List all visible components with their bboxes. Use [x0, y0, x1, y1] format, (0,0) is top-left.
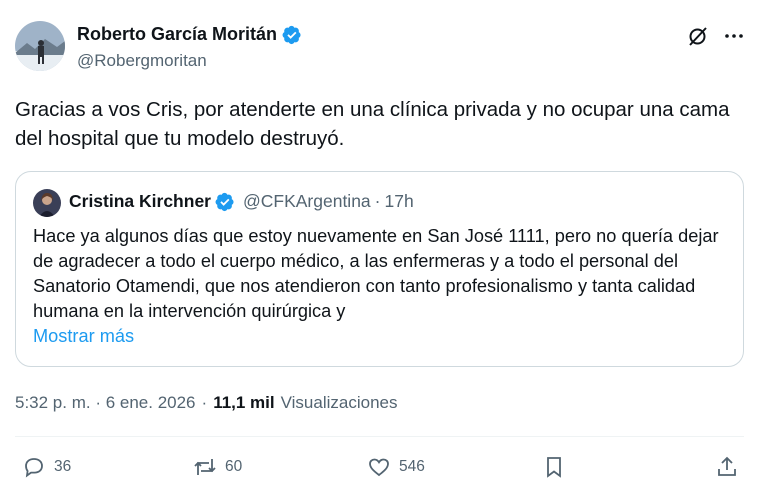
- repost-count: 60: [225, 458, 243, 475]
- like-icon: [369, 458, 389, 477]
- meta-separator: ·: [201, 393, 208, 412]
- views-label: Visualizaciones: [280, 393, 398, 412]
- verified-badge-icon: [215, 192, 235, 212]
- show-more-link[interactable]: Mostrar más: [33, 326, 134, 347]
- more-icon[interactable]: [722, 24, 746, 48]
- action-bar: 36 60 546: [0, 455, 760, 485]
- like-count: 546: [399, 458, 425, 475]
- quote-time[interactable]: 17h: [385, 191, 414, 212]
- like-button[interactable]: 546: [367, 455, 425, 479]
- bookmark-button[interactable]: [542, 455, 566, 479]
- verified-badge-icon: [282, 25, 302, 45]
- tweet-text: Gracias a vos Cris, por atenderte en una…: [15, 98, 730, 150]
- quote-avatar[interactable]: [33, 189, 61, 217]
- share-icon: [718, 456, 736, 476]
- grok-icon[interactable]: [686, 24, 710, 48]
- quote-separator: ·: [374, 191, 381, 211]
- bookmark-icon: [547, 457, 561, 478]
- quote-author-handle[interactable]: @CFKArgentina: [243, 191, 371, 212]
- views-count: 11,1 mil: [213, 393, 275, 412]
- quote-text: Hace ya algunos días que estoy nuevament…: [33, 226, 719, 321]
- reply-icon: [25, 458, 43, 478]
- share-button[interactable]: [715, 455, 739, 479]
- author-avatar[interactable]: [15, 21, 65, 71]
- timestamp[interactable]: 5:32 p. m. · 6 ene. 2026: [15, 393, 196, 413]
- tweet-meta: 5:32 p. m. · 6 ene. 2026 · 11,1 mil Visu…: [15, 393, 398, 413]
- quoted-tweet[interactable]: Cristina Kirchner @CFKArgentina · 17h Ha…: [15, 171, 744, 367]
- repost-icon: [194, 459, 216, 475]
- quote-author-name[interactable]: Cristina Kirchner: [69, 191, 211, 212]
- reply-button[interactable]: 36: [22, 455, 71, 479]
- reply-count: 36: [54, 458, 72, 475]
- divider: [15, 436, 744, 437]
- author-handle[interactable]: @Robergmoritan: [77, 51, 207, 71]
- author-name[interactable]: Roberto García Moritán: [77, 24, 277, 45]
- repost-button[interactable]: 60: [193, 455, 242, 479]
